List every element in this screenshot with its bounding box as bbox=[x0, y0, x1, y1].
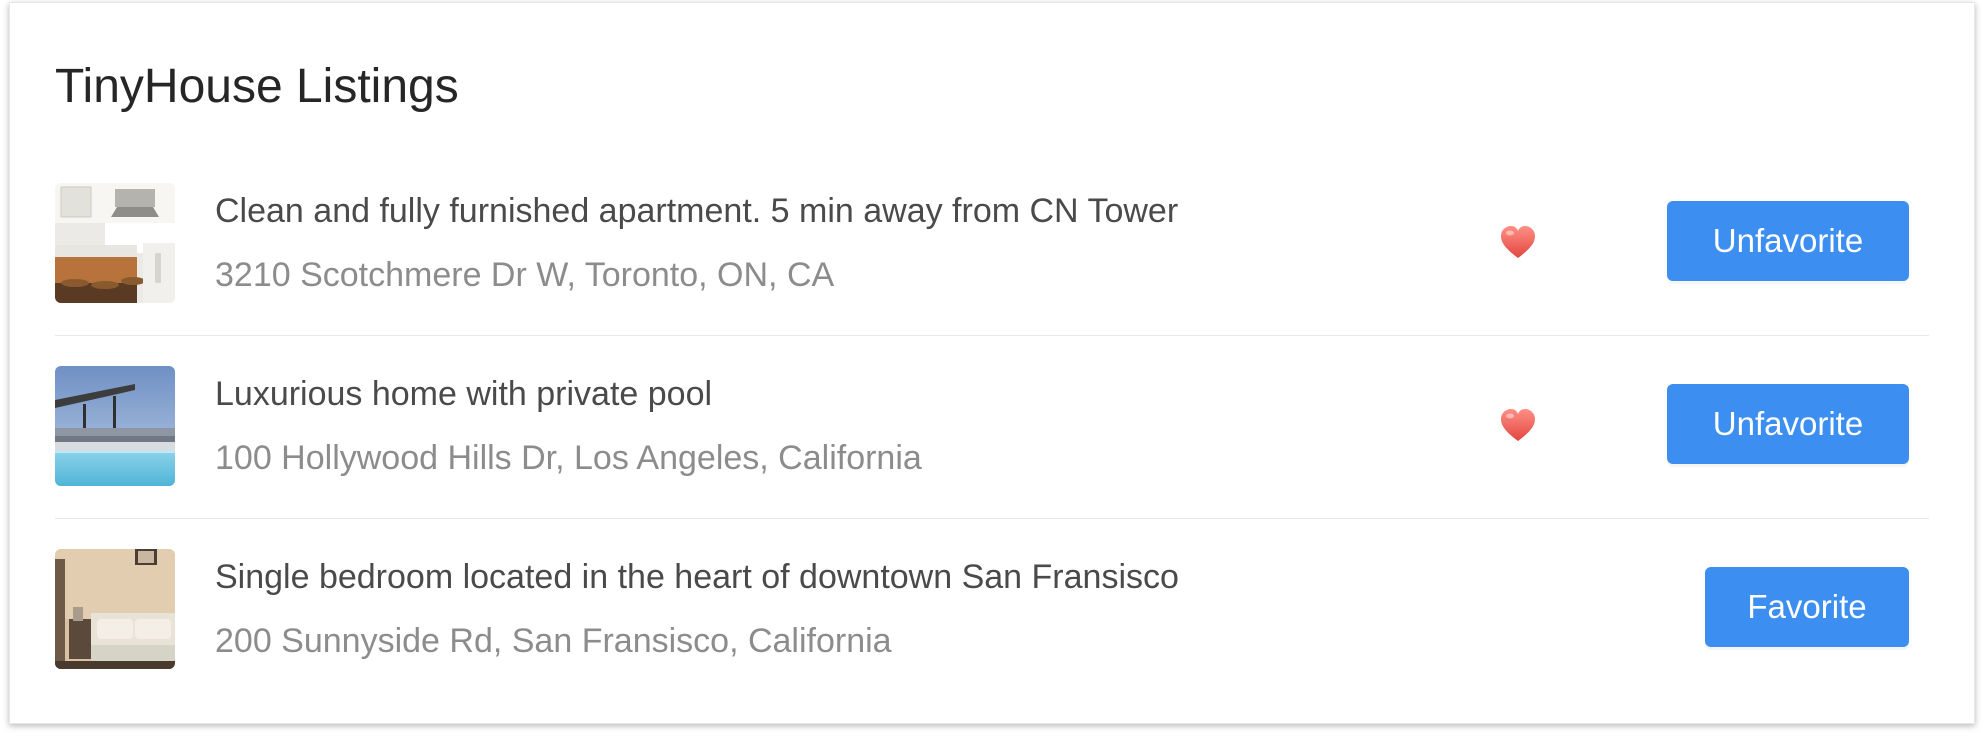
page-title: TinyHouse Listings bbox=[55, 60, 459, 113]
heart-icon bbox=[1498, 223, 1538, 263]
listing-thumbnail[interactable] bbox=[55, 549, 175, 669]
listings-list: Clean and fully furnished apartment. 5 m… bbox=[55, 153, 1929, 701]
listings-card: TinyHouse Listings Clean and fully furni… bbox=[9, 2, 1975, 724]
listing-address: 100 Hollywood Hills Dr, Los Angeles, Cal… bbox=[215, 439, 922, 477]
listing-title[interactable]: Luxurious home with private pool bbox=[215, 371, 922, 417]
unfavorite-button[interactable]: Unfavorite bbox=[1667, 384, 1909, 464]
listing-thumbnail[interactable] bbox=[55, 366, 175, 486]
unfavorite-button[interactable]: Unfavorite bbox=[1667, 201, 1909, 281]
bedroom-photo bbox=[55, 549, 175, 669]
heart-icon bbox=[1498, 406, 1538, 446]
listing-address: 200 Sunnyside Rd, San Fransisco, Califor… bbox=[215, 622, 892, 660]
listing-address: 3210 Scotchmere Dr W, Toronto, ON, CA bbox=[215, 256, 835, 294]
listing-meta: Clean and fully furnished apartment. 5 m… bbox=[215, 188, 1178, 298]
listing-title[interactable]: Clean and fully furnished apartment. 5 m… bbox=[215, 188, 1178, 234]
listing-thumbnail[interactable] bbox=[55, 183, 175, 303]
listing-title[interactable]: Single bedroom located in the heart of d… bbox=[215, 554, 1179, 600]
listing-meta: Luxurious home with private pool 100 Hol… bbox=[215, 371, 922, 481]
favorite-button[interactable]: Favorite bbox=[1705, 567, 1909, 647]
list-item: Clean and fully furnished apartment. 5 m… bbox=[55, 153, 1929, 336]
list-item: Single bedroom located in the heart of d… bbox=[55, 519, 1929, 701]
pool-photo bbox=[55, 366, 175, 486]
kitchen-photo bbox=[55, 183, 175, 303]
listing-meta: Single bedroom located in the heart of d… bbox=[215, 554, 1179, 664]
list-item: Luxurious home with private pool 100 Hol… bbox=[55, 336, 1929, 519]
